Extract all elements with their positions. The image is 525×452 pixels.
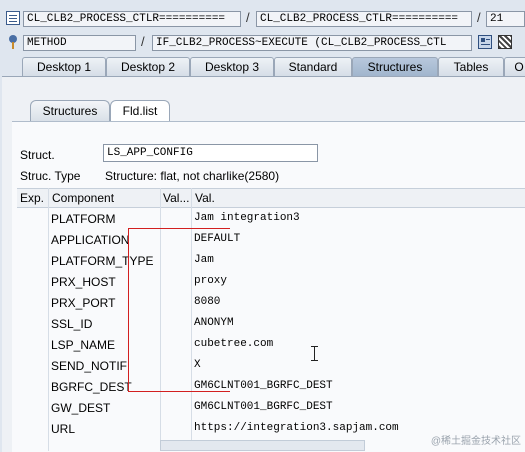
component-cell: PRX_HOST (51, 275, 116, 289)
table-row[interactable]: PRX_HOST proxy (17, 272, 525, 293)
component-cell: PRX_PORT (51, 296, 116, 310)
line-number-field[interactable]: 21 (486, 11, 525, 27)
header-val-type[interactable]: Val... (163, 191, 189, 205)
struct-type-label: Struc. Type (20, 169, 81, 183)
table-row[interactable]: BGRFC_DEST GM6CLNT001_BGRFC_DEST (17, 377, 525, 398)
text-cursor-icon-cap (311, 346, 318, 347)
separator-slash: / (477, 10, 481, 25)
table-header: Exp. Component Val... Val. (17, 188, 525, 208)
value-cell[interactable]: X (194, 359, 201, 371)
annotation-line-bottom (128, 391, 230, 392)
tab-desktop-2[interactable]: Desktop 2 (106, 57, 190, 77)
value-cell[interactable]: Jam (194, 254, 214, 266)
tab-desktop-3[interactable]: Desktop 3 (190, 57, 274, 77)
annotation-line-top (128, 228, 230, 229)
table-row[interactable]: PLATFORM Jam integration3 (17, 209, 525, 230)
component-cell: SSL_ID (51, 317, 93, 331)
tab-overflow[interactable]: O (504, 57, 525, 77)
method-name-field[interactable]: IF_CLB2_PROCESS~EXECUTE (CL_CLB2_PROCESS… (152, 35, 472, 51)
table-row[interactable]: PRX_PORT 8080 (17, 293, 525, 314)
component-cell: PLATFORM (51, 212, 116, 226)
value-cell[interactable]: cubetree.com (194, 338, 273, 350)
display-object-icon[interactable] (478, 35, 492, 49)
text-cursor-icon (314, 346, 315, 361)
struct-label: Struct. (20, 148, 55, 162)
struct-type-value: Structure: flat, not charlike(2580) (105, 169, 280, 183)
pattern-icon[interactable] (498, 35, 512, 49)
subtab-fld-list[interactable]: Fld.list (110, 100, 170, 121)
method-type-field[interactable]: METHOD (23, 35, 136, 51)
watermark: @稀土掘金技术社区 (430, 436, 521, 447)
component-cell: GW_DEST (51, 401, 111, 415)
value-cell[interactable]: 8080 (194, 296, 220, 308)
component-cell: LSP_NAME (51, 338, 116, 352)
component-cell: PLATFORM_TYPE (51, 254, 154, 268)
value-cell[interactable]: https://integration3.sapjam.com (194, 422, 399, 434)
separator-slash: / (246, 10, 250, 25)
value-cell[interactable]: ANONYM (194, 317, 234, 329)
component-cell: URL (51, 422, 76, 436)
component-cell: BGRFC_DEST (51, 380, 132, 394)
separator-slash: / (141, 34, 145, 49)
struct-input[interactable]: LS_APP_CONFIG (103, 144, 318, 162)
value-cell[interactable]: Jam integration3 (194, 212, 300, 224)
table-row[interactable]: SSL_ID ANONYM (17, 314, 525, 335)
method-icon[interactable] (6, 35, 20, 49)
tab-standard[interactable]: Standard (274, 57, 352, 77)
text-cursor-icon-foot (311, 360, 318, 361)
header-exp[interactable]: Exp. (20, 191, 44, 205)
class-name-field-2[interactable]: CL_CLB2_PROCESS_CTLR========== (256, 11, 472, 27)
annotation-line-vertical (128, 228, 129, 392)
tab-structures[interactable]: Structures (352, 57, 438, 77)
table-row[interactable]: SEND_NOTIF X (17, 356, 525, 377)
value-cell[interactable]: proxy (194, 275, 227, 287)
class-name-field-1[interactable]: CL_CLB2_PROCESS_CTLR========== (23, 11, 241, 27)
table-row[interactable]: LSP_NAME cubetree.com (17, 335, 525, 356)
value-cell[interactable]: GM6CLNT001_BGRFC_DEST (194, 401, 333, 413)
tab-tables[interactable]: Tables (438, 57, 504, 77)
table-row[interactable]: GW_DEST GM6CLNT001_BGRFC_DEST (17, 398, 525, 419)
component-cell: APPLICATION (51, 233, 130, 247)
header-val[interactable]: Val. (195, 191, 215, 205)
document-icon[interactable] (6, 11, 20, 25)
tab-desktop-1[interactable]: Desktop 1 (22, 57, 106, 77)
horizontal-scrollbar[interactable] (160, 440, 365, 451)
table-row[interactable]: APPLICATION DEFAULT (17, 230, 525, 251)
component-cell: SEND_NOTIF (51, 359, 128, 373)
value-cell[interactable]: DEFAULT (194, 233, 240, 245)
table-row[interactable]: PLATFORM_TYPE Jam (17, 251, 525, 272)
subtab-structures[interactable]: Structures (30, 100, 110, 121)
header-component[interactable]: Component (52, 191, 114, 205)
